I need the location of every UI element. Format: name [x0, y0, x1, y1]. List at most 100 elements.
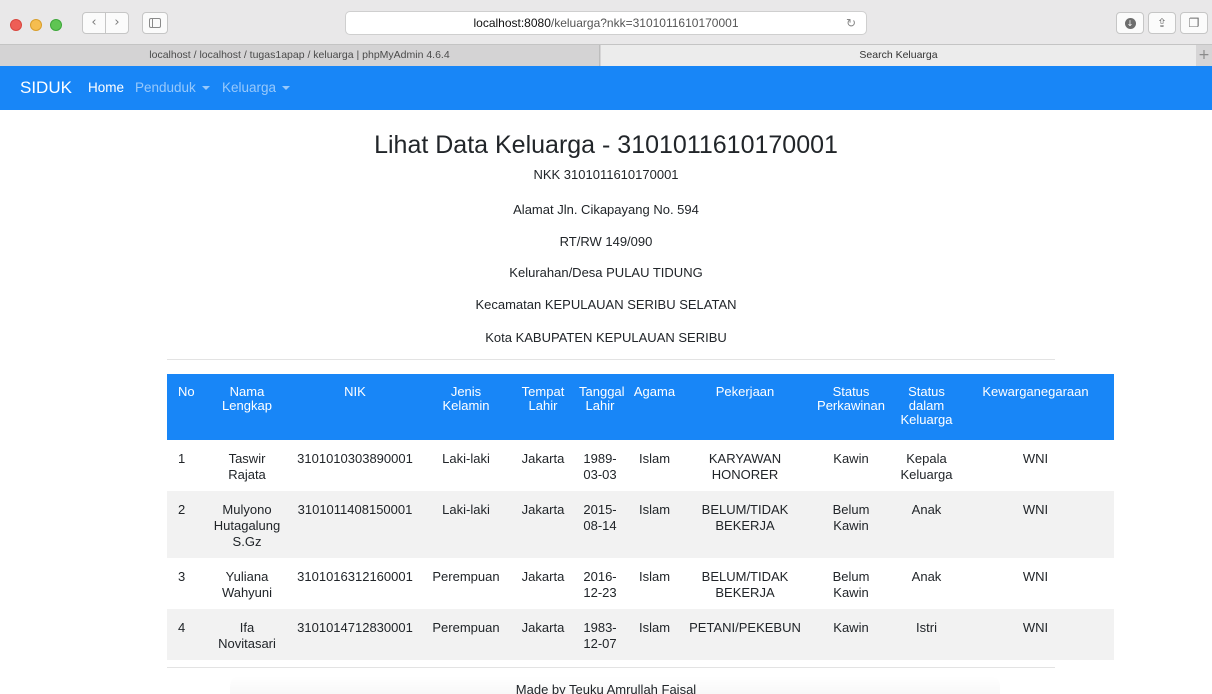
info-alamat: Alamat Jln. Cikapayang No. 594 [513, 202, 699, 217]
cell-nik: 3101016312160001 [297, 569, 413, 584]
cell-status-keluarga: Istri [916, 620, 937, 635]
share-icon: ⇪ [1156, 16, 1168, 30]
cell-status-keluarga: Anak [911, 502, 942, 517]
cell-status-keluarga: Anak [911, 569, 942, 584]
col-header-nik: NIK [289, 374, 421, 440]
cell-tanggal-lahir: 1989- 03-03 [583, 451, 617, 482]
cell-tempat-lahir: Jakarta [521, 502, 565, 517]
url-path: /keluarga?nkk=3101011610170001 [550, 16, 739, 30]
caret-down-icon [282, 86, 291, 90]
info-nkk: NKK 3101011610170001 [533, 167, 679, 182]
cell-status-perkawinan: Kawin [833, 451, 869, 466]
cell-kewarganegaraan: WNI [1022, 620, 1049, 635]
cell-nik: 3101014712830001 [297, 620, 413, 635]
tab-bar: localhost / localhost / tugas1apap / kel… [0, 44, 1212, 66]
back-button[interactable]: ‹ [82, 12, 106, 34]
browser-chrome: ‹ › localhost:8080/keluarga?nkk=31010116… [0, 0, 1212, 66]
chevron-left-icon: ‹ [91, 15, 97, 30]
new-tab-button[interactable]: + [1196, 45, 1212, 66]
cell-pekerjaan: PETANI/PEKEBUN [689, 620, 801, 635]
cell-status-perkawinan: Belum Kawin [832, 502, 870, 533]
caret-down-icon [201, 86, 210, 90]
cell-agama: Islam [638, 620, 671, 635]
cell-jenis-kelamin: Perempuan [432, 569, 500, 584]
tabs-overview-icon: ❐ [1188, 16, 1200, 30]
cell-no: 2 [178, 502, 186, 517]
minimize-window-button[interactable] [30, 19, 42, 31]
nav-keluarga-label: Keluarga [222, 80, 277, 95]
col-header-jenis-kelamin: Jenis Kelamin [421, 374, 511, 440]
downloads-button[interactable]: ↓ [1116, 12, 1144, 34]
cell-jenis-kelamin: Laki-laki [442, 451, 490, 466]
cell-tanggal-lahir: 1983- 12-07 [583, 620, 617, 651]
table-row: 2 Mulyono Hutagalung S.Gz 3101011408150001… [167, 491, 1114, 558]
cell-nama: Yuliana Wahyuni [221, 569, 273, 600]
chevron-right-icon: › [114, 15, 120, 30]
info-rtrw: RT/RW 149/090 [559, 234, 653, 249]
footer-credit: Made by Teuku Amrullah Faisal [515, 682, 697, 694]
cell-status-keluarga: Kepala Keluarga [900, 451, 953, 482]
brand-logo[interactable]: SIDUK [20, 78, 72, 98]
cell-no: 3 [178, 569, 186, 584]
tab-phpmyadmin[interactable]: localhost / localhost / tugas1apap / kel… [0, 45, 600, 66]
close-window-button[interactable] [10, 19, 22, 31]
col-header-pekerjaan: Pekerjaan [684, 374, 806, 440]
cell-jenis-kelamin: Perempuan [432, 620, 500, 635]
page-title: Lihat Data Keluarga - 3101011610170001 [374, 131, 838, 159]
cell-kewarganegaraan: WNI [1022, 451, 1049, 466]
col-header-tempat-lahir: Tempat Lahir [511, 374, 575, 440]
nav-home[interactable]: Home [88, 80, 124, 96]
col-header-kewarganegaraan: Kewarganegaraan [957, 374, 1114, 440]
nav-penduduk-dropdown[interactable]: Penduduk [135, 80, 210, 96]
browser-toolbar: ‹ › localhost:8080/keluarga?nkk=31010116… [0, 8, 1212, 44]
cell-agama: Islam [638, 451, 671, 466]
family-members-table: No Nama Lengkap NIK Jenis Kelamin Tempat La… [167, 374, 1114, 660]
info-kelurahan: Kelurahan/Desa PULAU TIDUNG [509, 265, 703, 280]
table-row: 1 Taswir Rajata 3101010303890001 Laki-lak… [167, 440, 1114, 491]
cell-tanggal-lahir: 2015- 08-14 [583, 502, 617, 533]
cell-agama: Islam [638, 502, 671, 517]
tab-overview-button[interactable]: ❐ [1180, 12, 1208, 34]
sidebar-toggle-button[interactable] [142, 12, 168, 34]
cell-nik: 3101011408150001 [297, 502, 413, 517]
reload-icon[interactable]: ↻ [846, 12, 856, 34]
cell-nama: Mulyono Hutagalung S.Gz [213, 502, 281, 549]
cell-kewarganegaraan: WNI [1022, 569, 1049, 584]
col-header-status-keluarga: Status dalam Keluarga [896, 374, 957, 440]
address-bar[interactable]: localhost:8080/keluarga?nkk=310101161017… [345, 11, 867, 35]
cell-pekerjaan: BELUM/TIDAK BEKERJA [701, 502, 789, 533]
nav-penduduk-label: Penduduk [135, 80, 196, 95]
cell-kewarganegaraan: WNI [1022, 502, 1049, 517]
download-icon: ↓ [1124, 18, 1136, 29]
table-row: 3 Yuliana Wahyuni 3101016312160001 Peremp… [167, 558, 1114, 609]
share-button[interactable]: ⇪ [1148, 12, 1176, 34]
cell-tempat-lahir: Jakarta [521, 451, 565, 466]
cell-nama: Ifa Novitasari [218, 620, 276, 651]
cell-agama: Islam [638, 569, 671, 584]
cell-no: 4 [178, 620, 186, 635]
col-header-tanggal-lahir: Tanggal Lahir [575, 374, 625, 440]
col-header-agama: Agama [625, 374, 684, 440]
info-kota: Kota KABUPATEN KEPULAUAN SERIBU [485, 330, 727, 345]
cell-tempat-lahir: Jakarta [521, 569, 565, 584]
cell-status-perkawinan: Belum Kawin [832, 569, 870, 600]
cell-pekerjaan: KARYAWAN HONORER [708, 451, 782, 482]
table-header-row: No Nama Lengkap NIK Jenis Kelamin Tempat La… [167, 374, 1114, 440]
cell-nama: Taswir Rajata [228, 451, 266, 482]
cell-pekerjaan: BELUM/TIDAK BEKERJA [701, 569, 789, 600]
plus-icon: + [1198, 47, 1210, 63]
cell-tempat-lahir: Jakarta [521, 620, 565, 635]
app-navbar: SIDUK Home Penduduk Keluarga [0, 66, 1212, 110]
zoom-window-button[interactable] [50, 19, 62, 31]
url-host: localhost:8080 [473, 16, 551, 30]
info-kecamatan: Kecamatan KEPULAUAN SERIBU SELATAN [475, 297, 737, 312]
cell-tanggal-lahir: 2016- 12-23 [583, 569, 617, 600]
cell-jenis-kelamin: Laki-laki [442, 502, 490, 517]
col-header-no: No [167, 374, 205, 440]
divider [167, 667, 1055, 668]
nav-keluarga-dropdown[interactable]: Keluarga [222, 80, 291, 96]
tab-search-keluarga[interactable]: Search Keluarga [601, 45, 1196, 66]
forward-button[interactable]: › [105, 12, 129, 34]
cell-status-perkawinan: Kawin [833, 620, 869, 635]
divider [167, 359, 1055, 360]
